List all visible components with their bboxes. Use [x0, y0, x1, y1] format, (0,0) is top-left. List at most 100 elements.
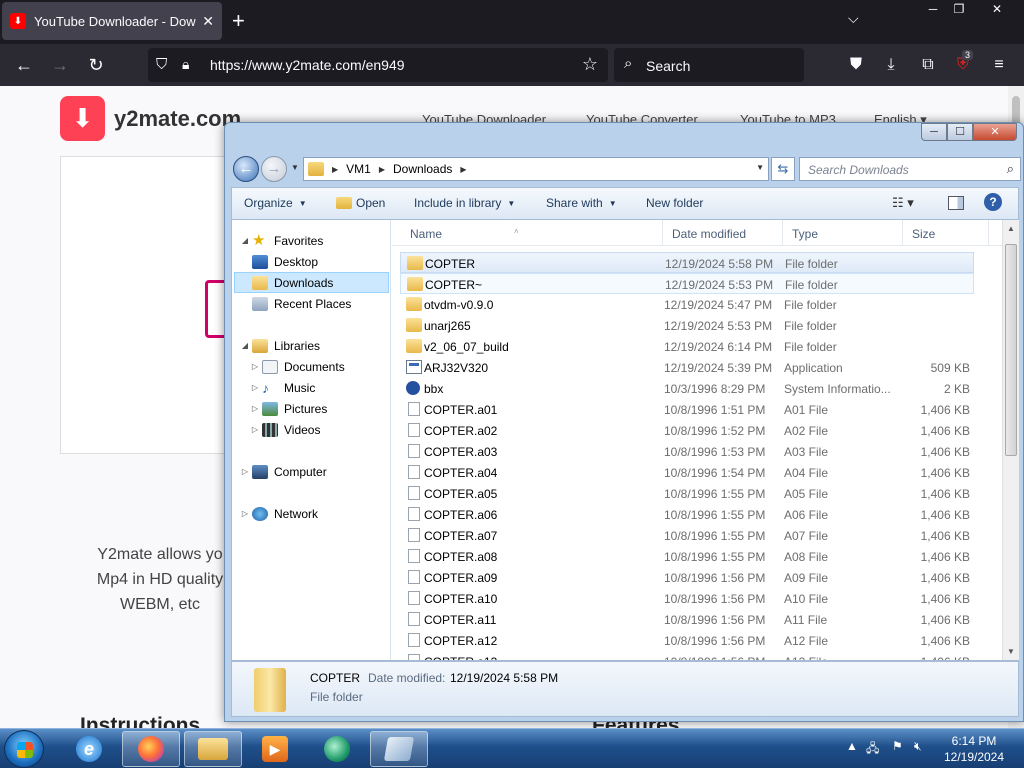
nav-network[interactable]: ▷ Network [240, 503, 318, 524]
file-row[interactable]: COPTER.a09 10/8/1996 1:56 PM A09 File 1,406… [400, 567, 974, 588]
file-row[interactable]: COPTER.a07 10/8/1996 1:55 PM A07 File 1,406… [400, 525, 974, 546]
back-button[interactable]: ← [233, 156, 259, 182]
expand-arrow-icon[interactable]: ▷ [240, 509, 250, 518]
scroll-up-icon[interactable]: ▲ [1007, 224, 1015, 233]
column-size[interactable]: Size [912, 227, 935, 241]
column-name[interactable]: Name [410, 227, 442, 241]
taskbar-windows-explorer[interactable] [184, 731, 242, 767]
browser-search-box[interactable]: ⌕ Search [614, 48, 804, 82]
help-icon[interactable]: ? [984, 193, 1002, 211]
breadcrumb-separator-icon[interactable]: ▶ [332, 165, 338, 174]
tab-close-icon[interactable]: ✕ [202, 13, 214, 30]
column-divider[interactable] [662, 220, 663, 246]
file-list[interactable]: ˄ Name Date modified Type Size COPTER 12/… [392, 220, 1002, 660]
column-divider[interactable] [988, 220, 989, 246]
expand-arrow-icon[interactable]: ▷ [240, 467, 250, 476]
recent-pages-dropdown-icon[interactable]: ▼ [291, 163, 299, 172]
menu-hamburger-icon[interactable]: ≡ [988, 54, 1010, 76]
breadcrumb-separator-icon[interactable]: ▶ [460, 165, 466, 174]
file-row[interactable]: bbx 10/3/1996 8:29 PM System Informatio...… [400, 378, 974, 399]
taskbar-firefox[interactable] [122, 731, 180, 767]
file-row[interactable]: COPTER.a01 10/8/1996 1:51 PM A01 File 1,406… [400, 399, 974, 420]
nav-documents[interactable]: ▷ Documents [250, 356, 345, 377]
open-button[interactable]: Open [336, 196, 385, 210]
file-row[interactable]: COPTER.a12 10/8/1996 1:56 PM A12 File 1,406… [400, 630, 974, 651]
nav-pictures[interactable]: ▷ Pictures [250, 398, 327, 419]
file-row[interactable]: COPTER~ 12/19/2024 5:53 PM File folder [400, 273, 974, 294]
file-row[interactable]: otvdm-v0.9.0 12/19/2024 5:47 PM File folde… [400, 294, 974, 315]
browser-close-button[interactable]: ✕ [980, 0, 1014, 20]
file-row[interactable]: COPTER.a04 10/8/1996 1:54 PM A04 File 1,406… [400, 462, 974, 483]
column-divider[interactable] [782, 220, 783, 246]
file-row[interactable]: COPTER.a06 10/8/1996 1:55 PM A06 File 1,406… [400, 504, 974, 525]
column-divider[interactable] [902, 220, 903, 246]
address-bar[interactable]: ▶ VM1 ▶ Downloads ▶ ▼ [303, 157, 769, 181]
show-hidden-icons-button[interactable]: ▲ [846, 739, 858, 753]
collapse-arrow-icon[interactable]: ◢ [240, 236, 250, 245]
file-list-scrollbar[interactable]: ▲ ▼ [1002, 220, 1019, 660]
scroll-down-icon[interactable]: ▼ [1007, 647, 1015, 656]
network-tray-icon[interactable]: 🖧︎ [866, 739, 879, 760]
preview-pane-icon[interactable] [948, 196, 964, 210]
refresh-button[interactable]: ⇆ [771, 157, 795, 181]
nav-desktop[interactable]: Desktop [250, 251, 318, 272]
new-tab-button[interactable]: + [232, 8, 245, 34]
browser-restore-button[interactable]: ❐ [942, 0, 976, 20]
forward-arrow-icon[interactable]: → [48, 53, 72, 77]
expand-arrow-icon[interactable]: ▷ [250, 404, 260, 413]
close-button[interactable]: ✕ [973, 123, 1017, 141]
back-arrow-icon[interactable]: ← [12, 53, 36, 77]
system-clock[interactable]: 6:14 PM 12/19/2024 [938, 733, 1010, 765]
organize-button[interactable]: Organize ▼ [244, 196, 307, 210]
forward-button[interactable]: → [261, 156, 287, 182]
expand-arrow-icon[interactable]: ▷ [250, 362, 260, 371]
column-date-modified[interactable]: Date modified [672, 227, 746, 241]
file-row[interactable]: COPTER 12/19/2024 5:58 PM File folder [400, 252, 974, 273]
site-name[interactable]: y2mate.com [114, 106, 241, 132]
nav-computer[interactable]: ▷ Computer [240, 461, 327, 482]
file-row[interactable]: ARJ32V320 12/19/2024 5:39 PM Application 50… [400, 357, 974, 378]
file-row[interactable]: unarj265 12/19/2024 5:53 PM File folder [400, 315, 974, 336]
start-button[interactable] [4, 730, 44, 768]
y2mate-logo-icon[interactable]: ⬇ [60, 96, 105, 141]
file-row[interactable]: COPTER.a08 10/8/1996 1:55 PM A08 File 1,406… [400, 546, 974, 567]
volume-muted-icon[interactable]: 🔇︎ [914, 739, 922, 754]
taskbar-media-player[interactable]: ▶ [246, 731, 304, 767]
nav-favorites[interactable]: ◢ ★ Favorites [240, 230, 323, 251]
share-with-button[interactable]: Share with ▼ [546, 196, 617, 210]
breadcrumb-downloads[interactable]: Downloads [393, 162, 452, 176]
action-center-flag-icon[interactable]: ⚑ [892, 739, 903, 753]
search-downloads-input[interactable]: Search Downloads ⌕ [799, 157, 1021, 181]
taskbar-app-green[interactable] [308, 731, 366, 767]
file-row[interactable]: v2_06_07_build 12/19/2024 6:14 PM File fol… [400, 336, 974, 357]
taskbar-internet-explorer[interactable]: e [60, 731, 118, 767]
file-row[interactable]: COPTER.a11 10/8/1996 1:56 PM A11 File 1,406… [400, 609, 974, 630]
nav-music[interactable]: ▷ ♪ Music [250, 377, 315, 398]
file-row[interactable]: COPTER.a10 10/8/1996 1:56 PM A10 File 1,406… [400, 588, 974, 609]
navigation-pane[interactable]: ◢ ★ Favorites Desktop Downloads Recent P… [232, 220, 391, 660]
nav-downloads[interactable]: Downloads [234, 272, 389, 293]
change-view-icon[interactable]: ☷ ▾ [892, 195, 914, 211]
address-dropdown-icon[interactable]: ▼ [756, 163, 764, 172]
include-in-library-button[interactable]: Include in library ▼ [414, 196, 515, 210]
downloads-icon[interactable]: ⤓ [880, 54, 902, 76]
lock-icon[interactable]: 🔒︎ [182, 56, 189, 73]
maximize-button[interactable]: ☐ [947, 123, 973, 141]
file-row[interactable]: COPTER.a13 10/8/1996 1:56 PM A13 File 1,406… [400, 651, 974, 660]
file-row[interactable]: COPTER.a03 10/8/1996 1:53 PM A03 File 1,406… [400, 441, 974, 462]
url-bar[interactable]: ⛉ 🔒︎ https://www.y2mate.com/en949 ☆ [148, 48, 608, 82]
list-all-tabs-button[interactable]: ⌵ [848, 10, 859, 27]
expand-arrow-icon[interactable]: ▷ [250, 383, 260, 392]
collapse-arrow-icon[interactable]: ◢ [240, 341, 250, 350]
url-text[interactable]: https://www.y2mate.com/en949 [210, 57, 405, 73]
nav-videos[interactable]: ▷ Videos [250, 419, 320, 440]
file-row[interactable]: COPTER.a02 10/8/1996 1:52 PM A02 File 1,406… [400, 420, 974, 441]
extensions-icon[interactable]: ⧉ [917, 54, 939, 76]
breadcrumb-vm1[interactable]: VM1 [346, 162, 371, 176]
nav-recent-places[interactable]: Recent Places [250, 293, 351, 314]
reload-icon[interactable]: ↻ [84, 53, 108, 77]
scroll-thumb[interactable] [1005, 244, 1017, 456]
nav-libraries[interactable]: ◢ Libraries [240, 335, 320, 356]
expand-arrow-icon[interactable]: ▷ [250, 425, 260, 434]
search-icon[interactable]: ⌕ [1007, 161, 1014, 177]
